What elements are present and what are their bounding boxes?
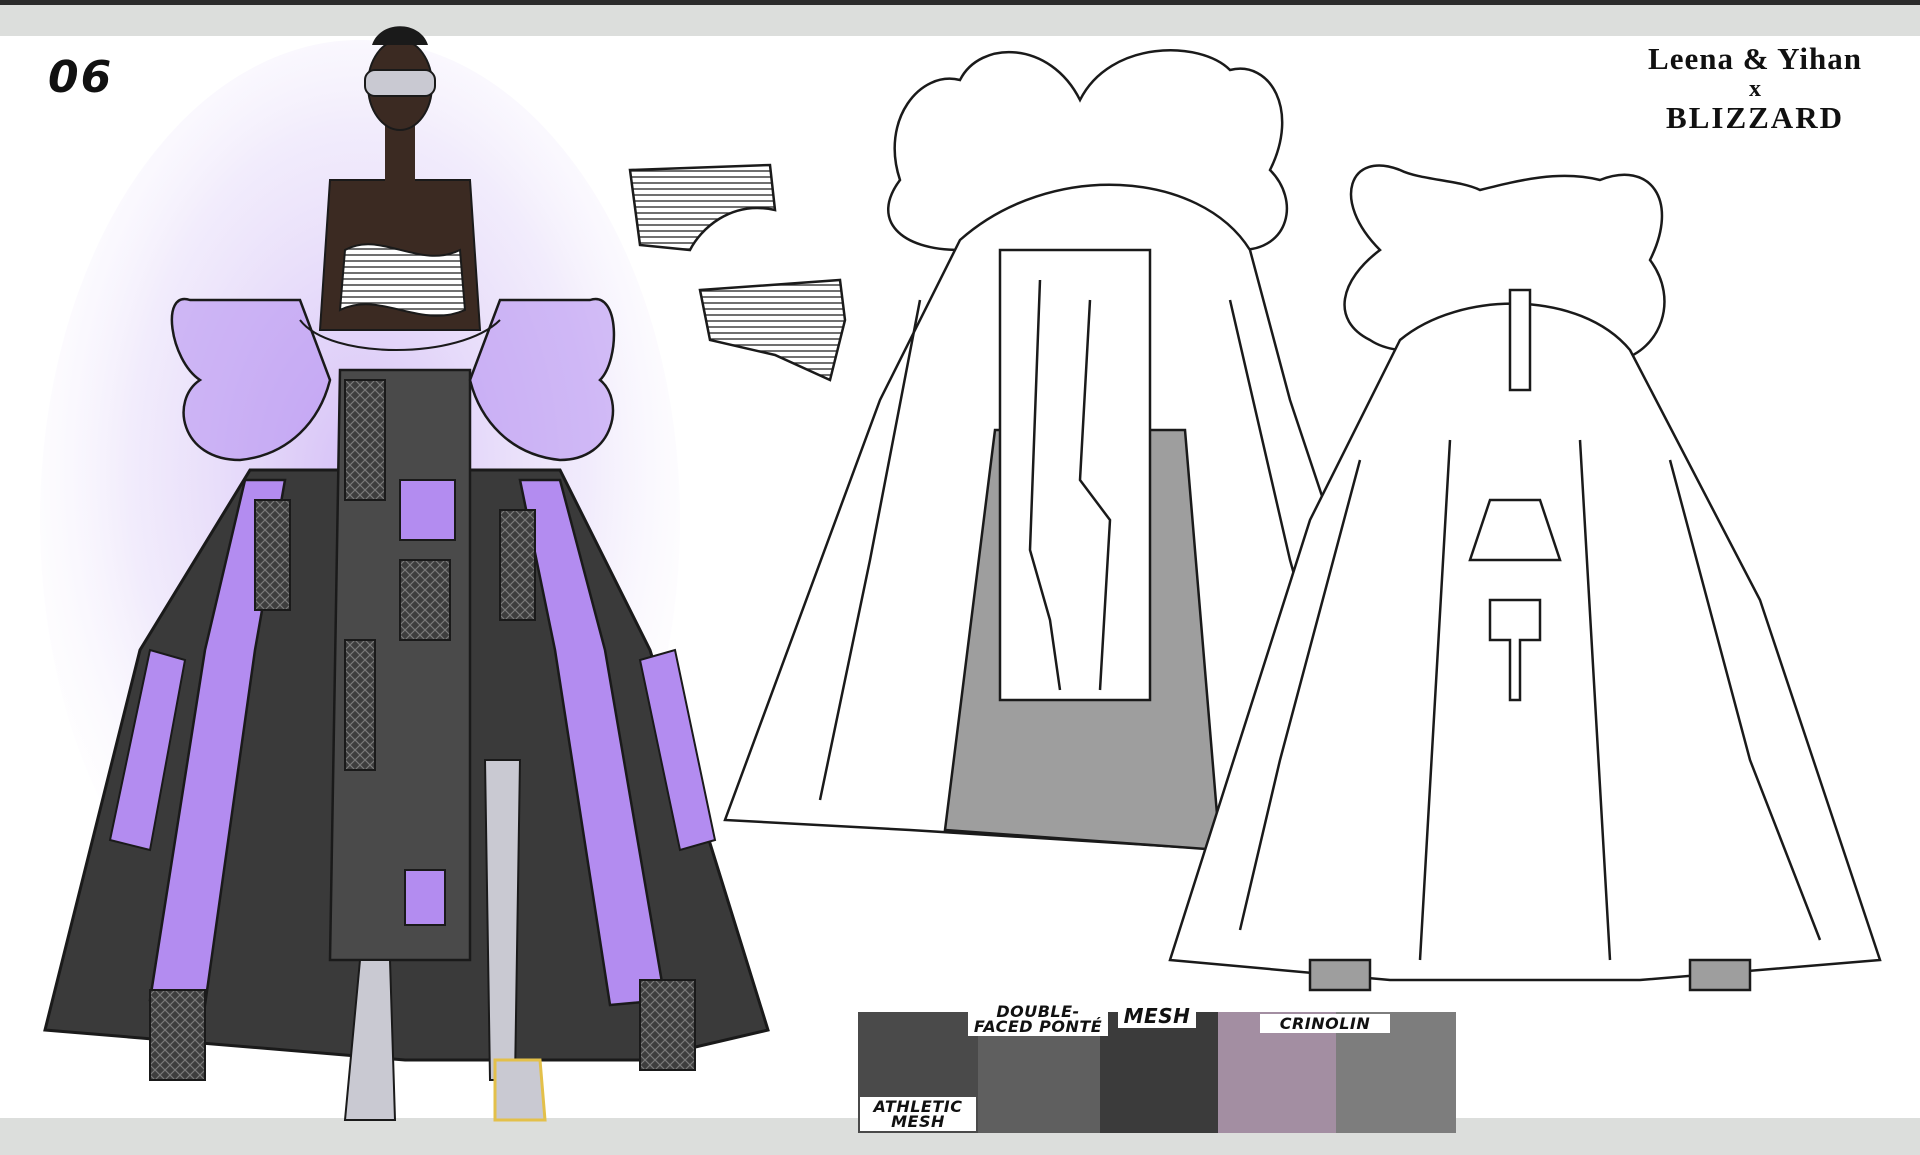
back-center-slit [1508, 288, 1532, 392]
bodice-detail-back [698, 278, 847, 382]
bodice-detail-front [628, 163, 777, 252]
bodice-detail-sketches [628, 163, 847, 382]
artwork-canvas [40, 26, 1882, 1122]
back-hem-notch-left [1308, 958, 1372, 992]
boot-right [483, 759, 522, 1081]
lattice-inset-2 [399, 559, 451, 641]
boot-sole-right [493, 1058, 547, 1122]
swatch-mesh [1100, 1012, 1218, 1133]
back-hem-notch-right [1688, 958, 1752, 992]
lattice-inset-1 [344, 379, 386, 501]
label-crinolin: CRINOLIN [1260, 1014, 1390, 1033]
label-athletic-mesh: ATHLETIC MESH [860, 1097, 976, 1131]
lattice-inset-side-right [499, 509, 536, 621]
lattice-inset-hem-right [639, 979, 696, 1071]
bodice-wrap [338, 243, 467, 317]
front-center-panel [998, 248, 1152, 702]
label-mesh: MESH [1118, 1004, 1196, 1028]
material-swatches: ATHLETIC MESH DOUBLE-FACED PONTÉ MESH CR… [858, 1002, 1456, 1133]
lilac-inset-1 [399, 479, 456, 541]
lattice-inset-side-left [254, 499, 291, 611]
hair [372, 26, 428, 45]
visor [364, 69, 436, 97]
lilac-inset-2 [404, 869, 446, 926]
lattice-inset-hem-left [149, 989, 206, 1081]
lattice-inset-3 [344, 639, 376, 771]
label-double-faced-ponte: DOUBLE-FACED PONTÉ [968, 1002, 1108, 1036]
